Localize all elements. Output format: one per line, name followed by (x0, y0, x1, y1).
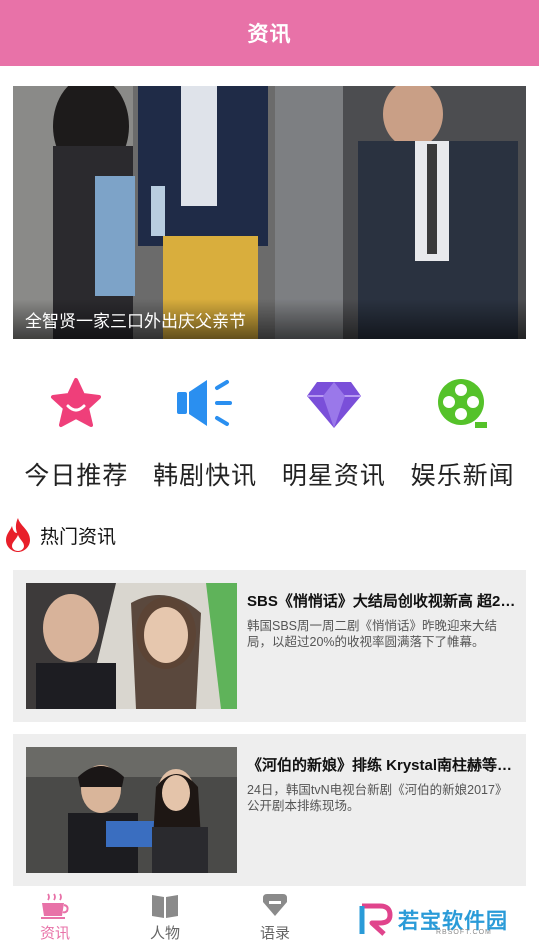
category-label: 明星资讯 (281, 462, 386, 490)
hot-news-header: 热门资讯 (4, 516, 116, 554)
news-item-2[interactable]: 《河伯的新娘》排练 Krystal南柱赫等读本 24日，韩国tvN电视台新剧《河… (13, 734, 526, 886)
watermark-subtext: RBSOFT.COM (436, 929, 492, 936)
category-label: 韩剧快讯 (153, 462, 258, 490)
app-header: 资讯 (0, 0, 539, 66)
film-reel-icon (433, 374, 493, 434)
tab-quotes[interactable]: 语录 (220, 886, 330, 946)
banner-carousel[interactable]: 全智贤一家三口外出庆父亲节 (13, 86, 526, 339)
banner-caption: 全智贤一家三口外出庆父亲节 (13, 299, 526, 339)
tab-label: 语录 (259, 925, 290, 942)
news-thumbnail (26, 747, 237, 873)
watermark-r-icon (359, 903, 393, 936)
news-thumbnail (26, 583, 237, 709)
news-title: 《河伯的新娘》排练 Krystal南柱赫等读本 (247, 757, 517, 774)
book-icon (152, 895, 178, 918)
category-star-news[interactable]: 明星资讯 (274, 370, 394, 500)
category-kdrama-news[interactable]: 韩剧快讯 (145, 370, 265, 500)
watermark-logo: 若宝软件园 RBSOFT.COM (358, 898, 528, 942)
category-today-recommend[interactable]: 今日推荐 (16, 370, 136, 500)
news-item-1[interactable]: SBS《悄悄话》大结局创收视新高 超20% 韩国SBS周一周二剧《悄悄话》昨晚迎… (13, 570, 526, 722)
news-description: 韩国SBS周一周二剧《悄悄话》昨晚迎来大结局，以超过20%的收视率圆满落下了帷幕… (247, 619, 498, 649)
megaphone-icon (175, 374, 235, 434)
tab-label: 资讯 (39, 925, 70, 942)
star-face-icon (46, 374, 106, 434)
category-entertainment-news[interactable]: 娱乐新闻 (403, 370, 523, 500)
category-label: 今日推荐 (24, 462, 129, 490)
tab-label: 人物 (149, 925, 180, 942)
category-label: 娱乐新闻 (410, 462, 515, 490)
page-title: 资讯 (247, 23, 292, 46)
tab-people[interactable]: 人物 (110, 886, 220, 946)
news-description: 24日，韩国tvN电视台新剧《河伯的新娘2017》公开剧本排练现场。 (247, 783, 508, 813)
category-bar: 今日推荐 韩剧快讯 明星资讯 娱乐新闻 (0, 370, 539, 500)
diamond-icon (304, 374, 364, 434)
news-title: SBS《悄悄话》大结局创收视新高 超20% (247, 593, 517, 610)
diamond-badge-icon (263, 894, 287, 916)
tab-news[interactable]: 资讯 (0, 886, 110, 946)
coffee-cup-icon (41, 893, 69, 919)
hot-news-title: 热门资讯 (40, 526, 117, 548)
flame-icon (6, 518, 30, 552)
